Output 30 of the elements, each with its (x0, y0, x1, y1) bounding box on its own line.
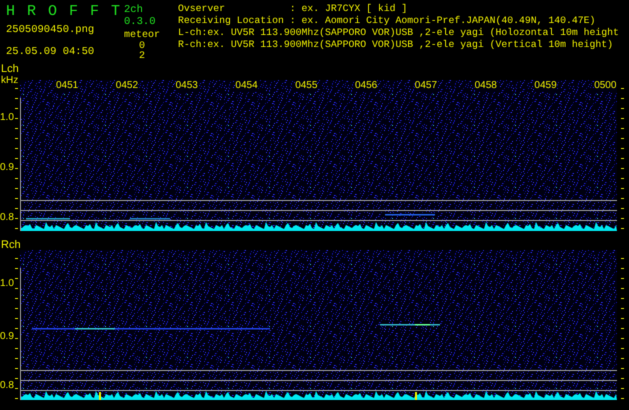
frequency-label: 0.9 (0, 161, 14, 174)
unit-label: kHz (1, 75, 18, 86)
meteor-count: 0 (138, 42, 146, 52)
frequency-label: 0.8 (0, 379, 14, 392)
time-label: 0451 (56, 80, 78, 92)
app-version: 2ch 0.3.0 (124, 4, 157, 28)
frequency-label: 1.0 (0, 111, 14, 124)
channel-label: Rch (1, 239, 21, 251)
station-info-line: L-ch:ex. UV5R 113.900Mhz(SAPPORO VOR)USB ,2-ele yagi (Holozontal 10m height (178, 27, 620, 39)
station-info-line: R-ch:ex. UV5R 113.900Mhz(SAPPORO VOR)USB ,2-ele yagi (Vertical 10m height) (178, 39, 614, 51)
file-name: 2505090450.png (6, 24, 96, 36)
frequency-label: 1.0 (0, 277, 14, 290)
meteor-count: 2 (138, 52, 146, 62)
meteor-label: meteor (124, 30, 162, 42)
station-info-line: Receiving Location : ex. Aomori City Aomori-Pref.JAPAN(40.49N, 140.47E) (178, 15, 596, 27)
date-time: 25.05.09 04:50 (6, 46, 96, 58)
station-info-line: Ovserver : ex. JR7CYX [ kid ] (178, 3, 408, 15)
time-label: 0452 (116, 80, 138, 92)
time-label: 0456 (355, 80, 378, 92)
channel-label: Lch (1, 63, 19, 75)
time-label: 0453 (176, 80, 198, 92)
app-logo: H R O F F T (6, 4, 122, 20)
time-label: 0459 (534, 80, 557, 92)
frequency-label: 0.9 (0, 330, 14, 343)
time-label: 0500 (594, 80, 616, 92)
frequency-label: 0.8 (0, 211, 14, 224)
time-label: 0457 (414, 80, 438, 92)
time-label: 0455 (295, 80, 318, 92)
time-label: 0458 (474, 80, 497, 92)
time-label: 0454 (235, 80, 258, 92)
